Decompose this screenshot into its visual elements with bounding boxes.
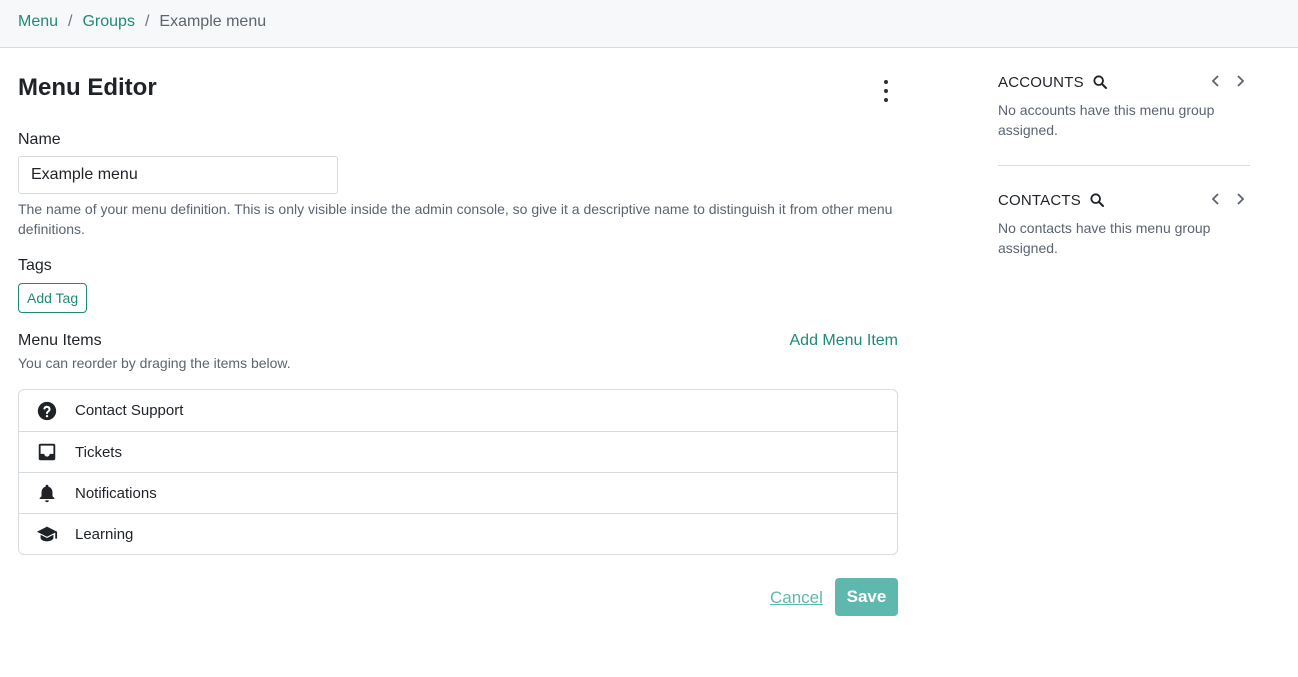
- accounts-header: ACCOUNTS: [998, 70, 1250, 94]
- breadcrumb: Menu / Groups / Example menu: [18, 13, 266, 31]
- breadcrumb-separator: /: [144, 13, 150, 30]
- bell-icon: [19, 482, 75, 504]
- menu-item-row[interactable]: Tickets: [19, 431, 897, 472]
- accounts-pagination: [1210, 74, 1246, 88]
- assignment-sidebar: ACCOUNTS No accounts have this menu grou…: [998, 70, 1250, 283]
- sidebar-divider: [998, 165, 1250, 166]
- breadcrumb-groups-link[interactable]: Groups: [82, 13, 134, 31]
- title-row: Menu Editor: [18, 72, 898, 104]
- accounts-title: ACCOUNTS: [998, 73, 1084, 91]
- inbox-icon: [19, 441, 75, 463]
- chevron-left-icon[interactable]: [1210, 192, 1222, 206]
- menu-item-row[interactable]: Contact Support: [19, 390, 897, 431]
- menu-item-list: Contact Support Tickets Notifications Le…: [18, 389, 898, 555]
- contacts-header: CONTACTS: [998, 188, 1250, 212]
- chevron-right-icon[interactable]: [1234, 74, 1246, 88]
- name-label: Name: [18, 131, 61, 148]
- more-options-icon[interactable]: [878, 80, 894, 102]
- breadcrumb-current: Example menu: [159, 13, 267, 30]
- menu-item-row[interactable]: Learning: [19, 513, 897, 554]
- menu-item-label: Learning: [75, 525, 134, 543]
- name-help-text: The name of your menu definition. This i…: [18, 201, 893, 237]
- contacts-empty-text: No contacts have this menu group assigne…: [998, 220, 1211, 256]
- accounts-empty-text: No accounts have this menu group assigne…: [998, 102, 1215, 138]
- add-menu-item-button[interactable]: Add Menu Item: [790, 332, 899, 350]
- menu-item-row[interactable]: Notifications: [19, 472, 897, 513]
- contacts-pagination: [1210, 192, 1246, 206]
- graduation-cap-icon: [19, 523, 75, 545]
- tags-label: Tags: [18, 257, 52, 274]
- menu-items-help-text: You can reorder by draging the items bel…: [18, 355, 291, 371]
- menu-item-label: Contact Support: [75, 402, 184, 419]
- chevron-right-icon[interactable]: [1234, 192, 1246, 206]
- search-icon[interactable]: [1092, 74, 1108, 90]
- question-circle-icon: [19, 400, 75, 422]
- menu-item-label: Notifications: [75, 484, 157, 502]
- name-input[interactable]: [18, 156, 338, 194]
- breadcrumb-separator: /: [68, 13, 73, 30]
- accounts-section: ACCOUNTS No accounts have this menu grou…: [998, 70, 1250, 165]
- top-bar: Menu / Groups / Example menu: [0, 0, 1298, 48]
- chevron-left-icon[interactable]: [1210, 74, 1222, 88]
- breadcrumb-menu-link[interactable]: Menu: [18, 13, 58, 31]
- search-icon[interactable]: [1089, 192, 1105, 208]
- page-title: Menu Editor: [18, 74, 157, 101]
- menu-items-label: Menu Items: [18, 332, 102, 349]
- contacts-section: CONTACTS No contacts have this menu grou…: [998, 188, 1250, 283]
- contacts-title: CONTACTS: [998, 191, 1081, 209]
- cancel-button[interactable]: Cancel: [770, 588, 823, 608]
- menu-item-label: Tickets: [75, 443, 122, 461]
- add-tag-button[interactable]: Add Tag: [18, 283, 88, 313]
- save-button[interactable]: Save: [835, 578, 898, 616]
